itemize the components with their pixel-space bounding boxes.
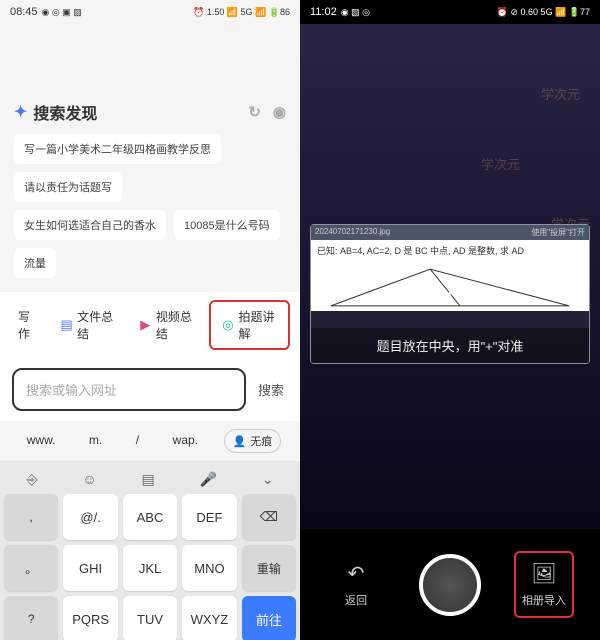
file-icon: ▤ (60, 317, 73, 333)
status-time: 11:02 (310, 6, 337, 18)
key[interactable]: MNO (182, 545, 236, 591)
chip[interactable]: 女生如何选适合自己的香水 (14, 210, 166, 240)
chips-row: 女生如何选适合自己的香水 10085是什么号码 流量 (14, 210, 286, 278)
key[interactable]: DEF (182, 494, 236, 540)
tool-photo-solve[interactable]: ◎ 拍题讲解 (209, 300, 290, 350)
chip[interactable]: 流量 (14, 248, 56, 278)
key[interactable]: ? (4, 596, 58, 640)
key-backspace[interactable]: ⌫ (242, 494, 296, 540)
spacer (0, 24, 300, 90)
gallery-import-button[interactable]: 🖼 相册导入 (514, 551, 574, 618)
status-time: 08:45 (10, 6, 38, 18)
camera-viewfinder: 学次元 学次元 学次元 20240702171230.jpg 使用"投屏"打开 … (300, 24, 600, 529)
status-right: ⏰ 1.50 📶 5G 📶 🔋86 (193, 7, 290, 18)
doc-titlebar: 20240702171230.jpg 使用"投屏"打开 (311, 225, 589, 240)
gallery-label: 相册导入 (522, 592, 566, 608)
tool-label: 视频总结 (156, 308, 196, 342)
mask-icon: 👤 (233, 435, 247, 448)
kb-mic-icon[interactable]: 🎤 (200, 471, 217, 488)
quick-www[interactable]: www. (19, 429, 64, 453)
key[interactable]: ABC (123, 494, 177, 540)
eye-icon[interactable]: ◉ (273, 103, 286, 121)
key-clear[interactable]: 重输 (242, 545, 296, 591)
camera-icon: ◎ (221, 317, 234, 333)
status-right: ⏰ ⊘ 0.60 5G 📶 🔋77 (497, 7, 590, 18)
quick-m[interactable]: m. (81, 429, 110, 453)
tool-video[interactable]: ▶ 视频总结 (131, 302, 204, 348)
chip[interactable]: 请以责任为话题写 (14, 172, 122, 202)
discover-title: 搜索发现 (33, 100, 97, 124)
tool-label: 拍题讲解 (239, 308, 279, 342)
watermark: 学次元 (541, 84, 580, 103)
chips-row: 写一篇小学美术二年级四格画教学反思 请以责任为话题写 (14, 134, 286, 202)
doc-filename: 20240702171230.jpg (315, 227, 390, 238)
search-row: 搜索或输入网址 搜索 (0, 358, 300, 421)
status-app-icons: ◉ ▧ ◎ (341, 7, 370, 18)
search-discover-section: ✦ 搜索发现 ↻ ◉ 写一篇小学美术二年级四格画教学反思 请以责任为话题写 女生… (0, 90, 300, 292)
watermark: 学次元 (481, 154, 520, 173)
kb-emoji-icon[interactable]: ☺ (82, 471, 96, 488)
chip[interactable]: 写一篇小学美术二年级四格画教学反思 (14, 134, 221, 164)
video-icon: ▶ (139, 317, 152, 333)
hint-text: 题目放在中央，用"+"对准 (311, 328, 589, 363)
tool-file[interactable]: ▤ 文件总结 (52, 302, 125, 348)
key[interactable]: WXYZ (182, 596, 236, 640)
incognito-toggle[interactable]: 👤 无痕 (224, 429, 282, 453)
crosshair-icon: + (445, 284, 456, 305)
incognito-label: 无痕 (250, 433, 272, 449)
back-button[interactable]: ↶ 返回 (326, 561, 386, 608)
quick-row: www. m. / wap. 👤 无痕 (0, 421, 300, 461)
right-phone: 11:02 ◉ ▧ ◎ ⏰ ⊘ 0.60 5G 📶 🔋77 学次元 学次元 学次… (300, 0, 600, 640)
back-label: 返回 (345, 592, 367, 608)
quick-slash[interactable]: / (128, 429, 147, 453)
discover-header: ✦ 搜索发现 ↻ ◉ (14, 100, 286, 124)
tool-label: 写作 (18, 308, 38, 342)
key[interactable]: JKL (123, 545, 177, 591)
key[interactable]: @/. (63, 494, 117, 540)
left-phone: 08:45 ◉ ◎ ▣ ▧ ⏰ 1.50 📶 5G 📶 🔋86 ✦ 搜索发现 ↻… (0, 0, 300, 640)
doc-bar-right: 使用"投屏"打开 (531, 227, 585, 238)
shutter-button[interactable] (419, 554, 481, 616)
status-app-icons: ◉ ◎ ▣ ▧ (42, 7, 82, 18)
tool-label: 文件总结 (77, 308, 117, 342)
status-bar: 11:02 ◉ ▧ ◎ ⏰ ⊘ 0.60 5G 📶 🔋77 (300, 0, 600, 24)
quick-wap[interactable]: wap. (165, 429, 206, 453)
refresh-icon[interactable]: ↻ (248, 103, 261, 121)
keyboard-toolbar: ⎆ ☺ ▤ 🎤 ⌄ (4, 467, 296, 494)
kb-collapse-icon[interactable]: ⌄ (262, 471, 274, 488)
search-input[interactable]: 搜索或输入网址 (12, 368, 246, 411)
key-go[interactable]: 前往 (242, 596, 296, 640)
tool-write[interactable]: 写作 (10, 302, 46, 348)
sparkle-icon: ✦ (14, 102, 27, 122)
keyboard-rows: , @/. ABC DEF ⌫ 。 GHI JKL MNO 重输 ? PQRS … (4, 494, 296, 640)
key[interactable]: TUV (123, 596, 177, 640)
status-bar: 08:45 ◉ ◎ ▣ ▧ ⏰ 1.50 📶 5G 📶 🔋86 (0, 0, 300, 24)
key[interactable]: GHI (63, 545, 117, 591)
discover-actions: ↻ ◉ (248, 103, 286, 121)
capture-frame: 20240702171230.jpg 使用"投屏"打开 已知: AB=4, AC… (310, 224, 590, 364)
kb-tool-icon[interactable]: ⎆ (26, 471, 37, 488)
key[interactable]: 。 (4, 545, 58, 591)
key[interactable]: , (4, 494, 58, 540)
tools-row: 写作 ▤ 文件总结 ▶ 视频总结 ◎ 拍题讲解 (0, 292, 300, 358)
back-icon: ↶ (348, 561, 365, 586)
keyboard: ⎆ ☺ ▤ 🎤 ⌄ , @/. ABC DEF ⌫ 。 GHI JKL MNO … (0, 461, 300, 640)
search-button[interactable]: 搜索 (254, 380, 288, 399)
chip[interactable]: 10085是什么号码 (174, 210, 280, 240)
gallery-icon: 🖼 (531, 561, 556, 586)
key[interactable]: PQRS (63, 596, 117, 640)
kb-clip-icon[interactable]: ▤ (142, 471, 155, 488)
doc-problem-text: 已知: AB=4, AC=2, D 是 BC 中点, AD 是整数, 求 AD (311, 240, 589, 261)
camera-bottom-bar: ↶ 返回 🖼 相册导入 (300, 529, 600, 640)
